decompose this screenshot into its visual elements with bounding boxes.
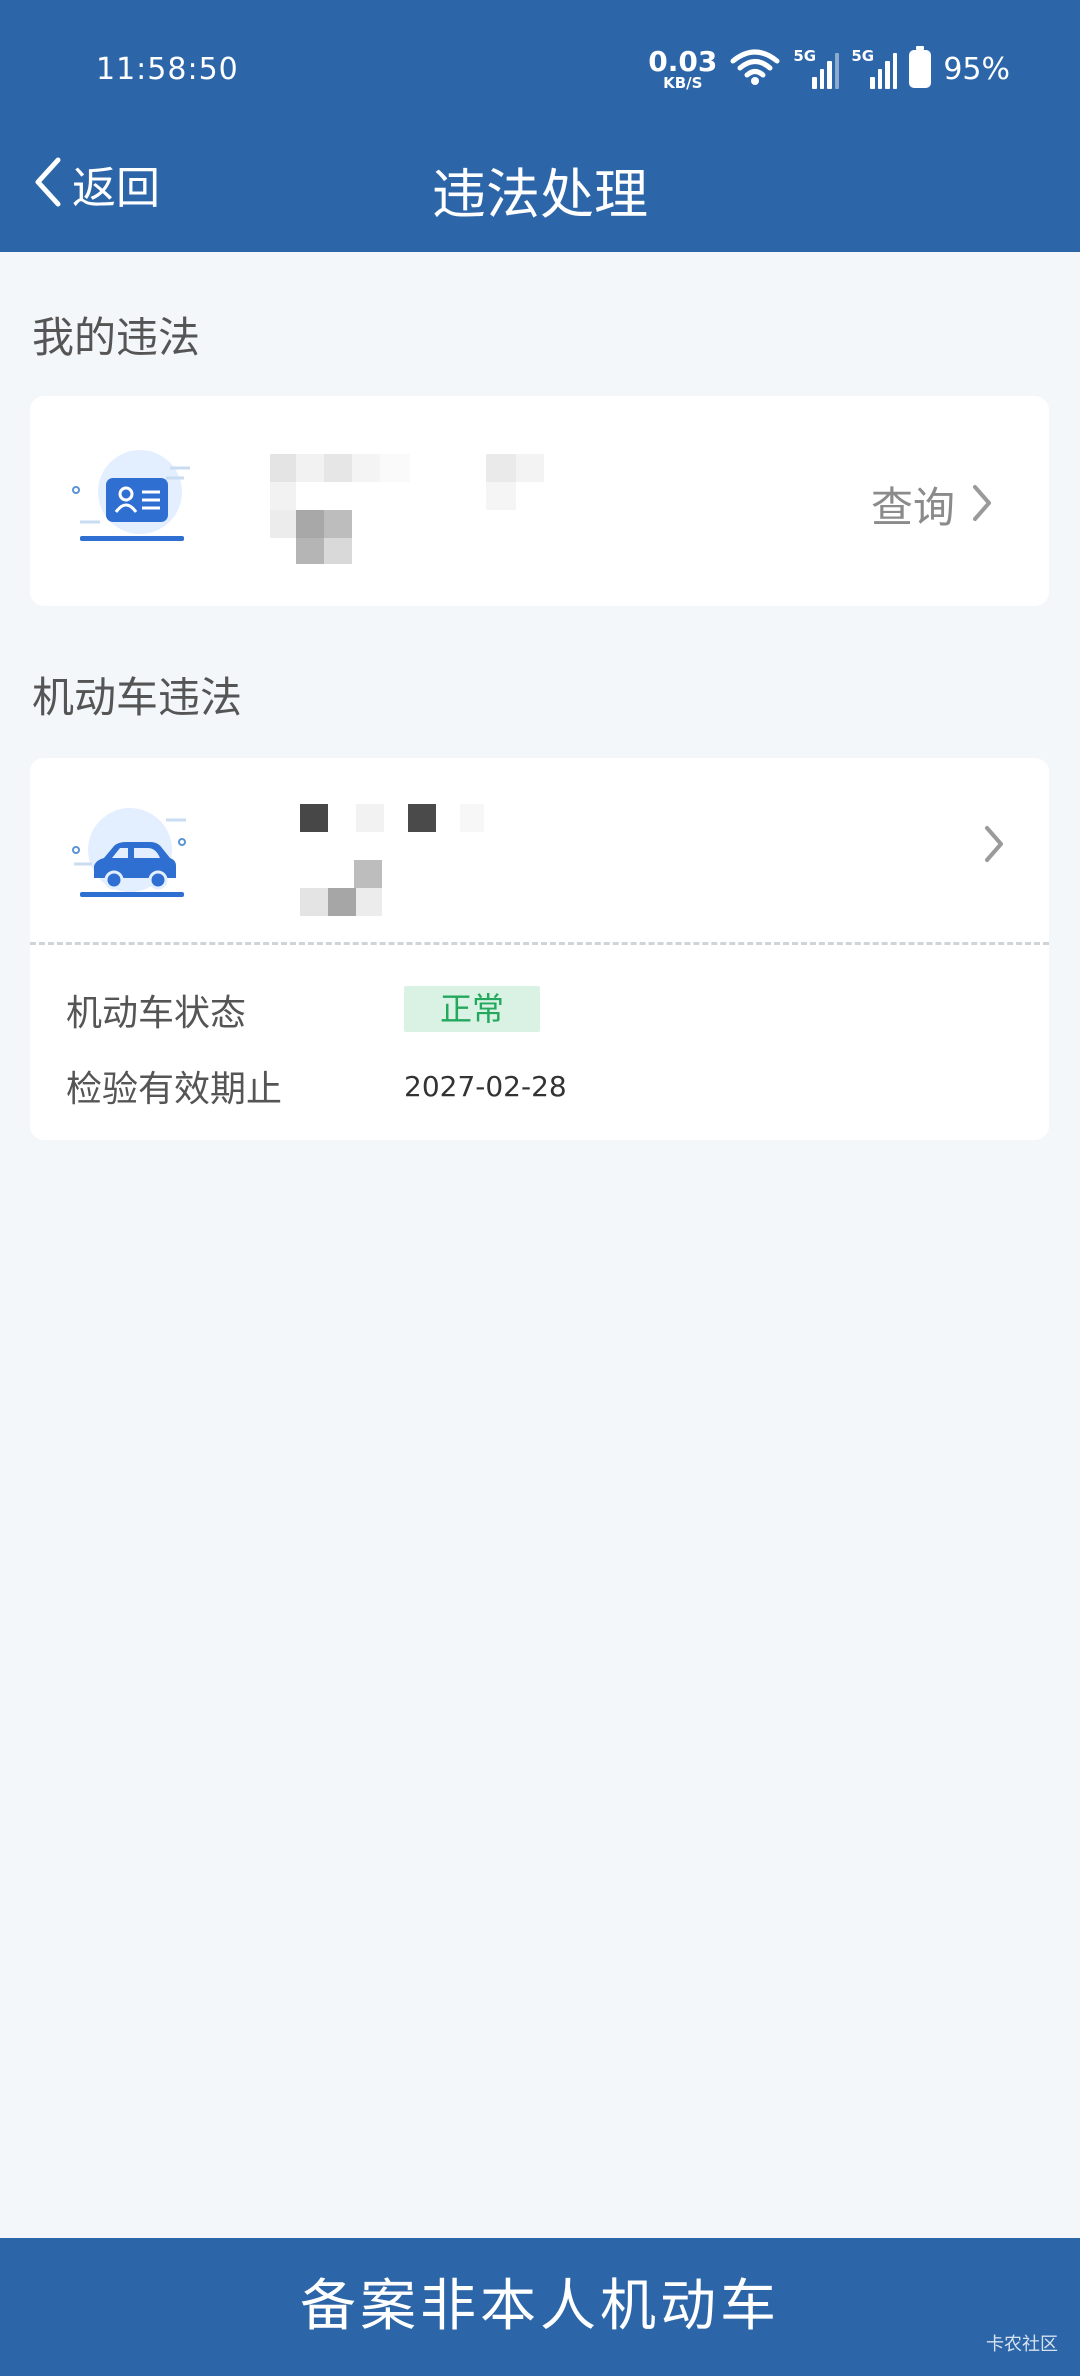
masked-id-number (240, 454, 580, 568)
status-badge: 正常 (404, 986, 540, 1032)
signal-icon-sim2: 5G (851, 47, 898, 89)
page-title: 违法处理 (432, 163, 648, 226)
masked-plate-number (264, 804, 484, 922)
battery-icon (909, 46, 932, 88)
register-other-vehicle-button[interactable]: 备案非本人机动车 (0, 2238, 1080, 2376)
status-icons: 0.03 KB/S 5G 5G 95% (648, 46, 1010, 92)
section-title-vehicle-violations: 机动车违法 (32, 673, 243, 722)
inspection-expiry-label: 检验有效期止 (66, 1069, 283, 1110)
status-time: 11:58:50 (96, 52, 239, 87)
vehicle-card[interactable]: 机动车状态 正常 检验有效期止 2027-02-28 (30, 758, 1049, 1140)
watermark: 卡农社区 (986, 2334, 1058, 2355)
network-speed-value: 0.03 (648, 44, 718, 78)
network-speed-unit: KB/S (663, 73, 703, 92)
battery-percent: 95% (943, 51, 1010, 87)
my-violations-card[interactable]: 查询 (30, 396, 1049, 606)
inspection-expiry-date: 2027-02-28 (404, 1070, 567, 1103)
id-card-icon (66, 450, 196, 554)
chevron-right-icon (983, 824, 1005, 868)
query-link[interactable]: 查询 (871, 474, 993, 535)
chevron-right-icon (971, 483, 993, 527)
app-header: 11:58:50 0.03 KB/S 5G 5G 95% 返回 违法处理 (0, 0, 1080, 252)
signal-icon-sim1: 5G (793, 47, 840, 89)
network-speed: 0.03 KB/S (648, 44, 718, 92)
wifi-icon (729, 47, 781, 91)
section-title-my-violations: 我的违法 (32, 313, 201, 362)
car-icon (66, 806, 196, 910)
dashed-divider (30, 942, 1049, 945)
vehicle-status-label: 机动车状态 (66, 993, 247, 1034)
query-label: 查询 (870, 483, 955, 532)
